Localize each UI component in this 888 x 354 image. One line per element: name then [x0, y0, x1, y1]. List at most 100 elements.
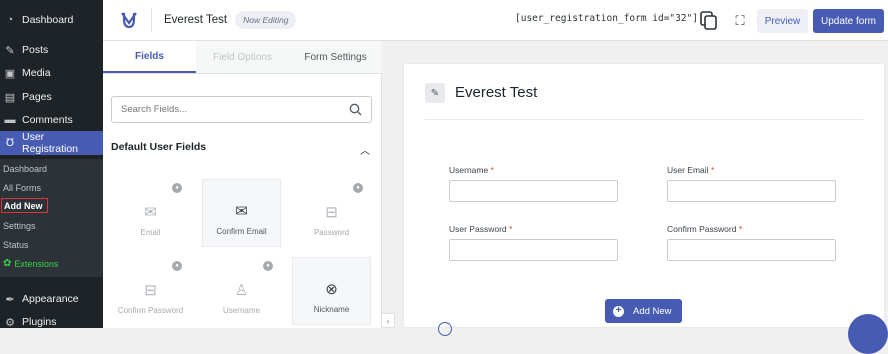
lock-badge-icon: ● [172, 183, 182, 193]
chevron-up-icon[interactable]: ︿ [360, 142, 370, 157]
copy-shortcode-icon[interactable] [698, 10, 720, 32]
nickname-icon: ⊗ [325, 281, 338, 298]
required-marker: * [738, 224, 743, 234]
form-canvas: ✎ Everest Test Username * User Email * U… [403, 63, 885, 336]
submenu-extensions-label: Extensions [14, 258, 59, 269]
comments-icon: ▬ [4, 114, 16, 126]
sidebar-item-label: Comments [22, 114, 73, 126]
title-divider [425, 119, 863, 120]
sidebar-item-pages[interactable]: ▤ Pages [0, 85, 103, 109]
add-new-row-button[interactable]: + Add New [605, 299, 682, 323]
required-marker: * [509, 224, 513, 234]
panel-tabs: Fields Field Options Form Settings [103, 41, 382, 74]
fields-panel: Fields Field Options Form Settings Defau… [103, 41, 382, 328]
field-card-username[interactable]: ● ♙ Username [202, 257, 281, 325]
sidebar-item-label: User Registration [21, 131, 79, 155]
field-card-email[interactable]: ● ✉ Email [111, 179, 190, 247]
editing-badge: Now Editing [235, 11, 297, 29]
required-marker: * [710, 165, 715, 175]
lock-badge-icon: ● [172, 261, 182, 271]
add-new-label: Add New [633, 305, 672, 317]
edit-title-icon[interactable]: ✎ [425, 83, 445, 103]
plus-icon: + [613, 305, 624, 317]
required-marker: * [490, 165, 494, 175]
field-card-confirm-password[interactable]: ● ⊟ Confirm Password [111, 257, 190, 325]
sidebar-item-posts[interactable]: ✎ Posts [0, 38, 103, 62]
pin-icon: ✎ [5, 44, 15, 57]
field-label-user-password: User Password * [449, 224, 512, 234]
user-password-input[interactable] [449, 239, 618, 261]
submenu-all-forms[interactable]: All Forms [3, 180, 41, 195]
field-label-username: Username * [449, 165, 494, 175]
form-title: Everest Test [164, 14, 228, 26]
sidebar-item-label: Media [22, 67, 51, 79]
tab-field-options[interactable]: Field Options [196, 41, 289, 73]
label-text: Username [449, 165, 489, 175]
preview-button[interactable]: Preview [757, 9, 808, 33]
appearance-icon: ✒ [5, 293, 15, 306]
field-card-password[interactable]: ● ⊟ Password [292, 179, 371, 247]
canvas-form-title: Everest Test [455, 84, 538, 101]
field-card-label: Confirm Email [216, 227, 267, 236]
lock-icon: ⊟ [325, 204, 338, 221]
sidebar-item-appearance[interactable]: ✒ Appearance [0, 287, 103, 311]
section-title: Default User Fields [111, 141, 207, 153]
lock-badge-icon: ● [353, 183, 363, 193]
fullscreen-icon[interactable]: ⛶ [730, 11, 750, 31]
field-card-label: Confirm Password [117, 306, 184, 315]
sidebar-item-user-registration[interactable]: Ʊ User Registration [0, 131, 103, 155]
search-fields[interactable] [111, 96, 372, 123]
header-divider [151, 8, 152, 32]
media-icon: ▣ [4, 67, 16, 80]
user-email-input[interactable] [667, 180, 836, 202]
search-input[interactable] [121, 104, 336, 115]
field-card-nickname[interactable]: ⊗ Nickname [292, 257, 371, 325]
field-card-label: Email [140, 228, 161, 237]
lock-badge-icon: ● [263, 261, 273, 271]
tab-form-settings[interactable]: Form Settings [289, 41, 382, 73]
sidebar-item-media[interactable]: ▣ Media [0, 61, 103, 85]
search-icon [349, 103, 362, 119]
tab-fields[interactable]: Fields [103, 41, 196, 73]
sidebar-item-label: Dashboard [22, 14, 74, 26]
form-shortcode: [user_registration_form id="32"] [515, 13, 699, 24]
submenu-extensions[interactable]: ✿ Extensions [3, 256, 58, 271]
label-text: User Password [449, 224, 507, 234]
username-input[interactable] [449, 180, 618, 202]
field-card-confirm-email[interactable]: ✉ Confirm Email [202, 179, 281, 247]
plugins-icon: ⚙ [5, 316, 15, 329]
user-registration-icon: Ʊ [5, 137, 15, 149]
user-registration-submenu: Dashboard All Forms Add New Settings Sta… [0, 159, 103, 277]
sidebar-item-comments[interactable]: ▬ Comments [0, 108, 103, 132]
builder-header: Everest Test Now Editing [user_registrat… [103, 0, 888, 41]
submenu-add-new[interactable]: Add New [1, 198, 48, 213]
sidebar-item-label: Appearance [22, 293, 79, 305]
admin-sidebar: ◔ Dashboard ✎ Posts ▣ Media ▤ Pages ▬ Co… [0, 0, 103, 329]
field-card-label: Username [223, 306, 260, 315]
lock-check-icon: ⊟ [144, 282, 157, 299]
sidebar-item-dashboard[interactable]: ◔ Dashboard [0, 8, 103, 32]
update-form-button[interactable]: Update form [813, 9, 884, 33]
mail-check-icon: ✉ [235, 203, 248, 220]
label-text: User Email [667, 165, 709, 175]
collapse-panel-icon[interactable]: ‹ [381, 313, 395, 328]
sidebar-item-label: Posts [22, 44, 49, 56]
mail-icon: ✉ [144, 204, 157, 221]
help-button-icon[interactable] [848, 314, 888, 354]
submenu-dashboard[interactable]: Dashboard [3, 161, 47, 176]
field-card-label: Password [313, 228, 350, 237]
extensions-icon: ✿ [3, 258, 12, 269]
pages-icon: ▤ [4, 91, 16, 104]
submenu-settings[interactable]: Settings [3, 218, 36, 233]
submenu-status[interactable]: Status [3, 237, 29, 252]
user-registration-logo-icon [117, 8, 141, 32]
row-handle-icon[interactable] [438, 322, 452, 336]
label-text: Confirm Password [667, 224, 737, 234]
confirm-password-input[interactable] [667, 239, 836, 261]
field-card-label: Nickname [313, 305, 350, 314]
field-label-user-email: User Email * [667, 165, 714, 175]
sidebar-item-label: Pages [22, 91, 52, 103]
sidebar-item-plugins[interactable]: ⚙ Plugins [0, 310, 103, 334]
field-label-confirm-password: Confirm Password * [667, 224, 742, 234]
dashboard-icon: ◔ [6, 14, 14, 26]
